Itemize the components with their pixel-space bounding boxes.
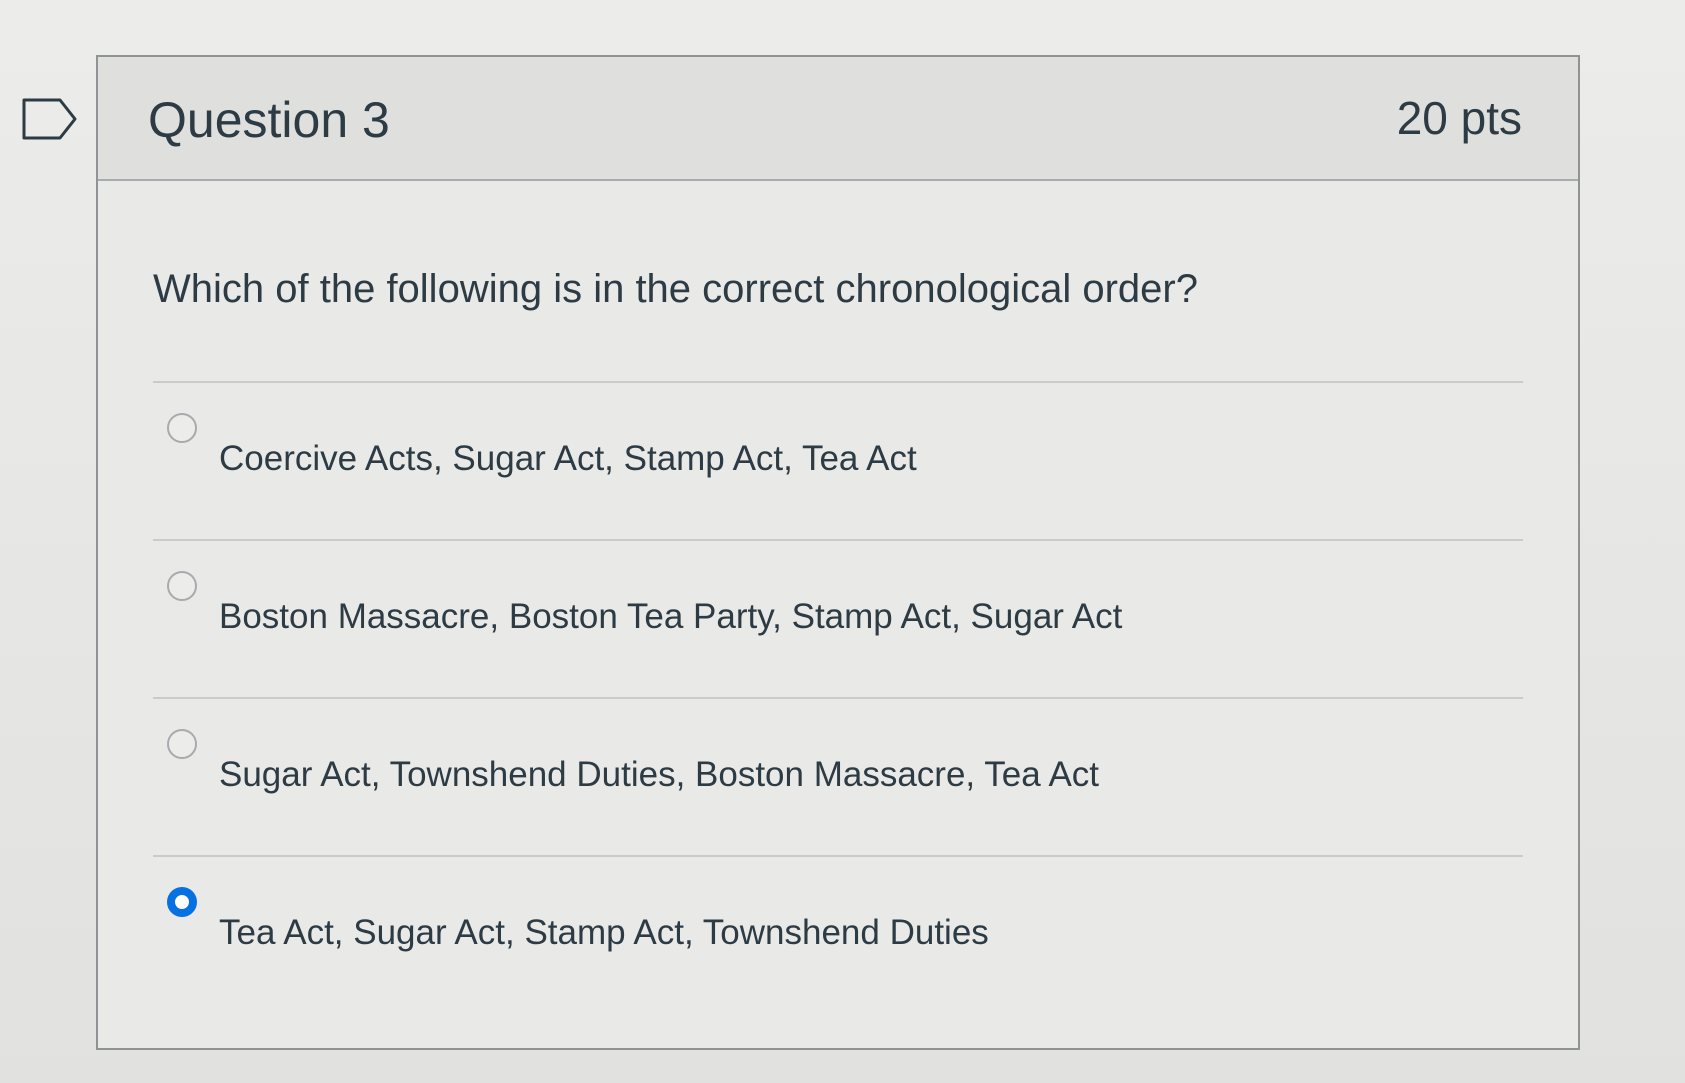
question-text: Which of the following is in the correct… bbox=[153, 267, 1198, 311]
question-title: Question 3 bbox=[148, 92, 390, 148]
question-card: Question 3 20 pts Which of the following… bbox=[96, 55, 1580, 1050]
radio-button[interactable] bbox=[167, 729, 197, 759]
flag-question-icon[interactable] bbox=[22, 98, 78, 140]
answer-label[interactable]: Tea Act, Sugar Act, Stamp Act, Townshend… bbox=[219, 913, 989, 953]
answer-option[interactable]: Tea Act, Sugar Act, Stamp Act, Townshend… bbox=[153, 855, 1523, 1013]
answer-option[interactable]: Coercive Acts, Sugar Act, Stamp Act, Tea… bbox=[153, 381, 1523, 539]
question-points: 20 pts bbox=[1396, 92, 1522, 144]
radio-button-selected[interactable] bbox=[167, 887, 197, 917]
answer-label[interactable]: Boston Massacre, Boston Tea Party, Stamp… bbox=[219, 597, 1122, 637]
question-header: Question 3 20 pts bbox=[98, 57, 1578, 181]
question-body: Which of the following is in the correct… bbox=[98, 181, 1578, 1050]
answer-option[interactable]: Boston Massacre, Boston Tea Party, Stamp… bbox=[153, 539, 1523, 697]
answer-label[interactable]: Coercive Acts, Sugar Act, Stamp Act, Tea… bbox=[219, 439, 917, 479]
radio-button[interactable] bbox=[167, 571, 197, 601]
radio-button[interactable] bbox=[167, 413, 197, 443]
answer-label[interactable]: Sugar Act, Townshend Duties, Boston Mass… bbox=[219, 755, 1099, 795]
answer-list: Coercive Acts, Sugar Act, Stamp Act, Tea… bbox=[153, 381, 1523, 1013]
answer-option[interactable]: Sugar Act, Townshend Duties, Boston Mass… bbox=[153, 697, 1523, 855]
